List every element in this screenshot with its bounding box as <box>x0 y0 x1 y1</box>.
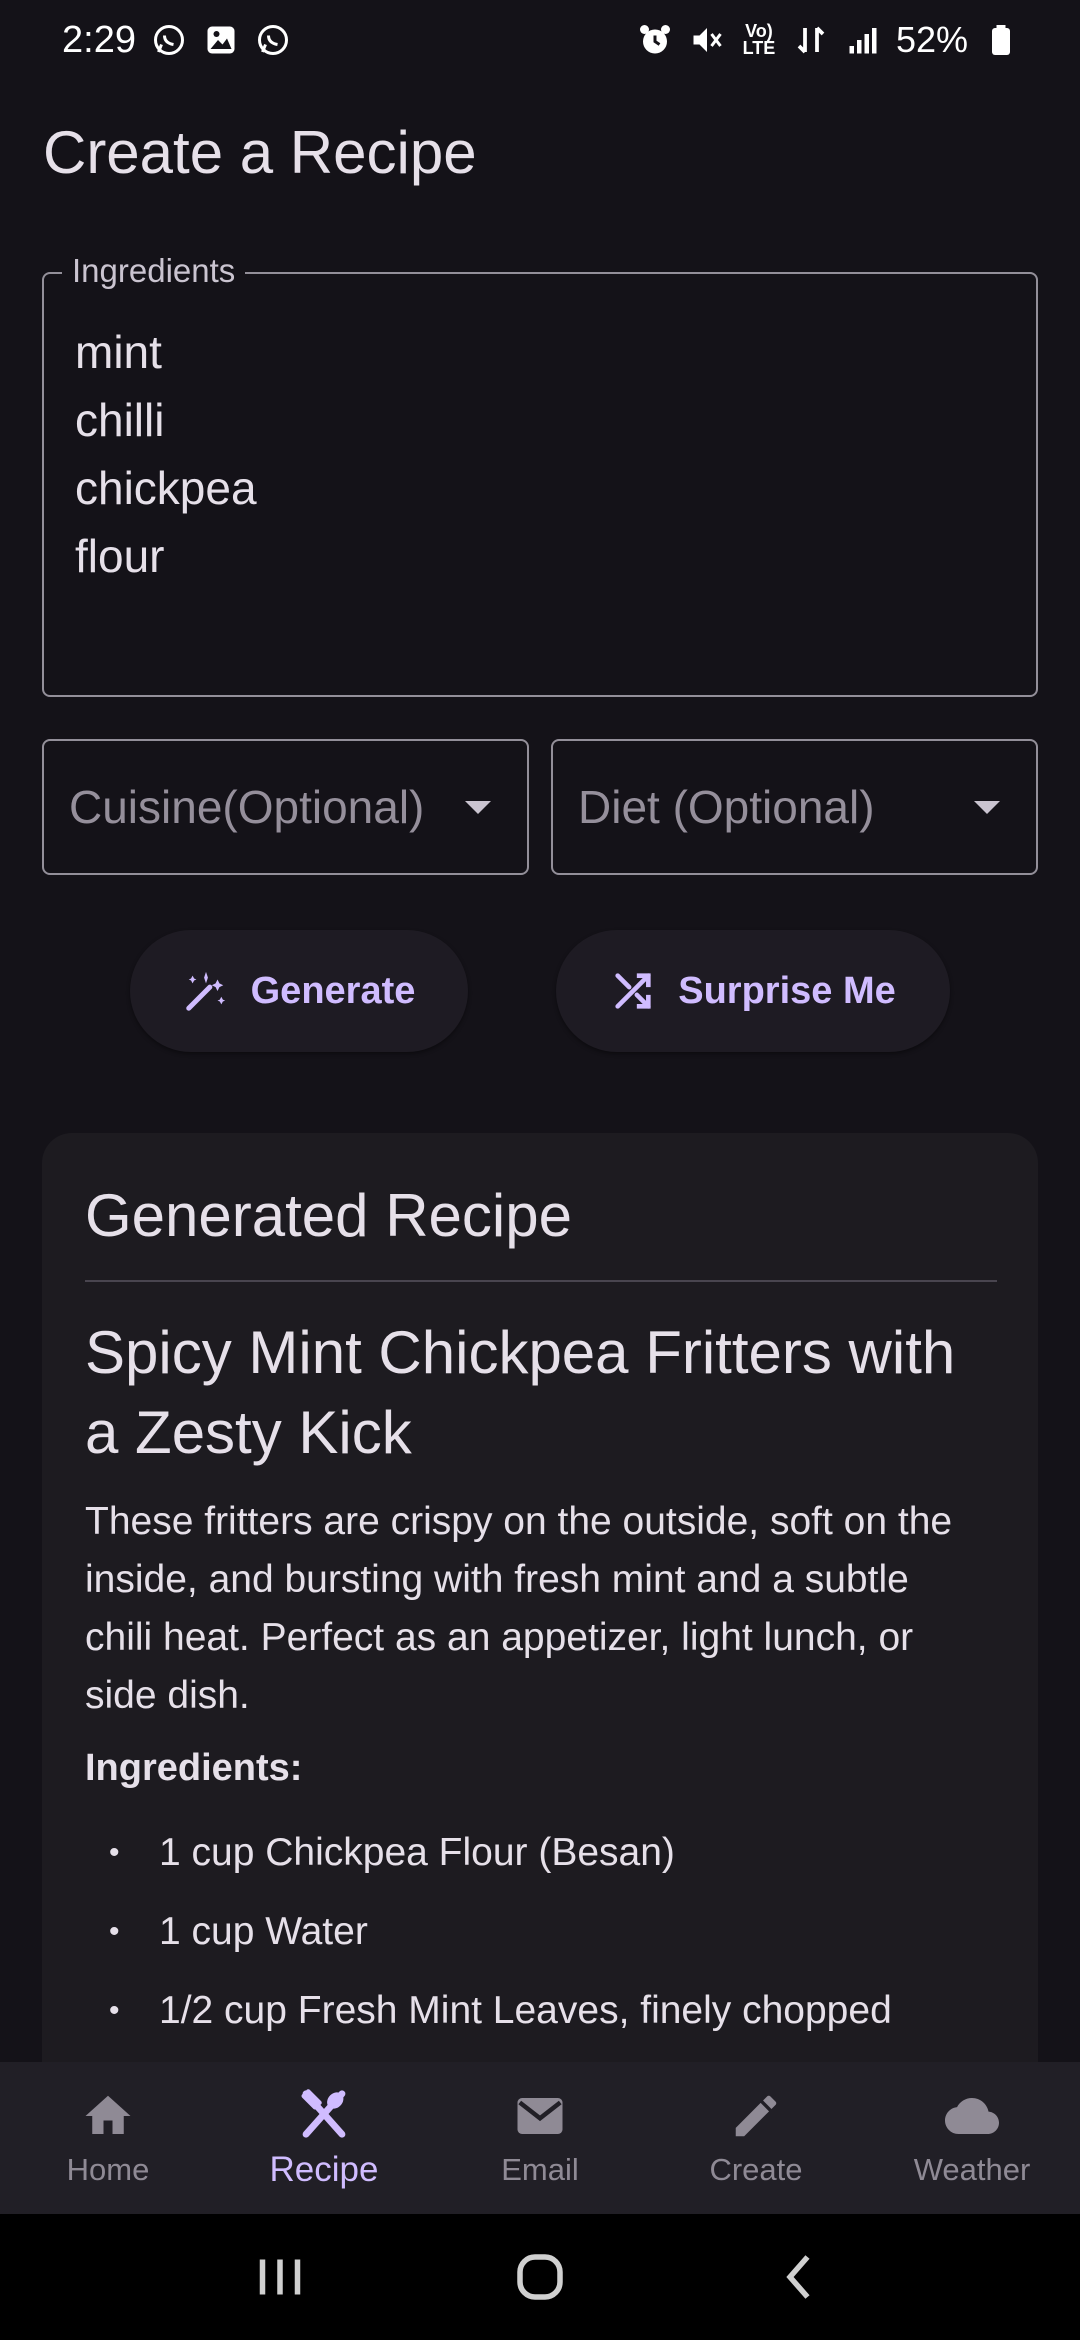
battery-percent: 52% <box>895 19 968 60</box>
home-circle-icon <box>517 2254 563 2300</box>
mute-icon <box>688 21 726 59</box>
nav-item-home[interactable]: Home <box>0 2062 216 2214</box>
status-bar: 2:29 Vo) LTE 52% <box>0 0 1080 80</box>
whatsapp-icon <box>150 21 188 59</box>
back-button[interactable] <box>760 2237 840 2317</box>
diet-dropdown[interactable]: Diet (Optional) <box>551 739 1038 875</box>
gallery-icon <box>202 21 240 59</box>
alarm-icon <box>636 21 674 59</box>
volte-icon: Vo) LTE <box>740 21 778 59</box>
ingredients-heading: Ingredients: <box>85 1747 303 1789</box>
system-navigation-bar <box>0 2214 1080 2340</box>
list-item: 1 cup Chickpea Flour (Besan) <box>85 1813 1005 1892</box>
generate-button[interactable]: Generate <box>130 930 468 1052</box>
pencil-icon <box>728 2088 784 2144</box>
signal-icon <box>844 21 882 59</box>
recent-apps-icon <box>259 2259 301 2295</box>
data-arrows-icon <box>792 21 830 59</box>
page-title: Create a Recipe <box>43 119 477 186</box>
ingredients-list: 1 cup Chickpea Flour (Besan) 1 cup Water… <box>85 1813 1005 2050</box>
generated-recipe-heading: Generated Recipe <box>85 1182 572 1249</box>
nav-label-recipe: Recipe <box>269 2150 379 2189</box>
nav-label-create: Create <box>709 2152 803 2187</box>
status-time: 2:29 <box>62 18 136 61</box>
nav-item-create[interactable]: Create <box>648 2062 864 2214</box>
recipe-title: Spicy Mint Chickpea Fritters with a Zest… <box>85 1319 956 1466</box>
nav-label-email: Email <box>501 2152 579 2187</box>
cuisine-dropdown-label: Cuisine(Optional) <box>69 781 425 833</box>
nav-label-home: Home <box>66 2152 150 2187</box>
whatsapp-icon <box>254 21 292 59</box>
nav-label-weather: Weather <box>913 2152 1031 2187</box>
ingredients-label: Ingredients <box>62 252 246 290</box>
bottom-navigation: Home Recipe Email Create Weather <box>0 2062 1080 2214</box>
home-icon <box>80 2088 136 2144</box>
generate-button-label: Generate <box>250 969 416 1012</box>
magic-wand-icon <box>185 971 225 1011</box>
nav-item-recipe[interactable]: Recipe <box>216 2062 432 2214</box>
shuffle-icon <box>615 973 651 1009</box>
generated-recipe-card: Generated Recipe Spicy Mint Chickpea Fri… <box>42 1133 1038 2133</box>
surprise-me-button-label: Surprise Me <box>678 969 896 1012</box>
ingredients-input[interactable]: Ingredients mint chilli chickpea flour <box>42 252 1038 697</box>
chevron-down-icon <box>974 800 1000 814</box>
list-item: 1/2 cup Fresh Mint Leaves, finely choppe… <box>85 1971 1005 2050</box>
mail-icon <box>512 2088 568 2144</box>
cuisine-dropdown[interactable]: Cuisine(Optional) <box>42 739 529 875</box>
cloud-icon <box>944 2088 1000 2144</box>
list-item: 1 cup Water <box>85 1892 1005 1971</box>
ingredients-value[interactable]: mint chilli chickpea flour <box>75 318 257 590</box>
network-label: Vo) LTE <box>742 21 776 58</box>
chevron-down-icon <box>465 800 491 814</box>
diet-dropdown-label: Diet (Optional) <box>578 781 875 833</box>
divider <box>85 1280 997 1282</box>
home-button[interactable] <box>500 2237 580 2317</box>
recipe-description: These fritters are crispy on the outside… <box>85 1500 953 1717</box>
fork-spoon-icon <box>296 2086 352 2142</box>
battery-icon <box>982 21 1020 59</box>
status-left: 2:29 <box>62 19 292 62</box>
nav-item-email[interactable]: Email <box>432 2062 648 2214</box>
status-right: Vo) LTE 52% <box>636 19 1020 61</box>
back-icon <box>786 2255 810 2299</box>
recent-apps-button[interactable] <box>240 2237 320 2317</box>
surprise-me-button[interactable]: Surprise Me <box>556 930 950 1052</box>
nav-item-weather[interactable]: Weather <box>864 2062 1080 2214</box>
